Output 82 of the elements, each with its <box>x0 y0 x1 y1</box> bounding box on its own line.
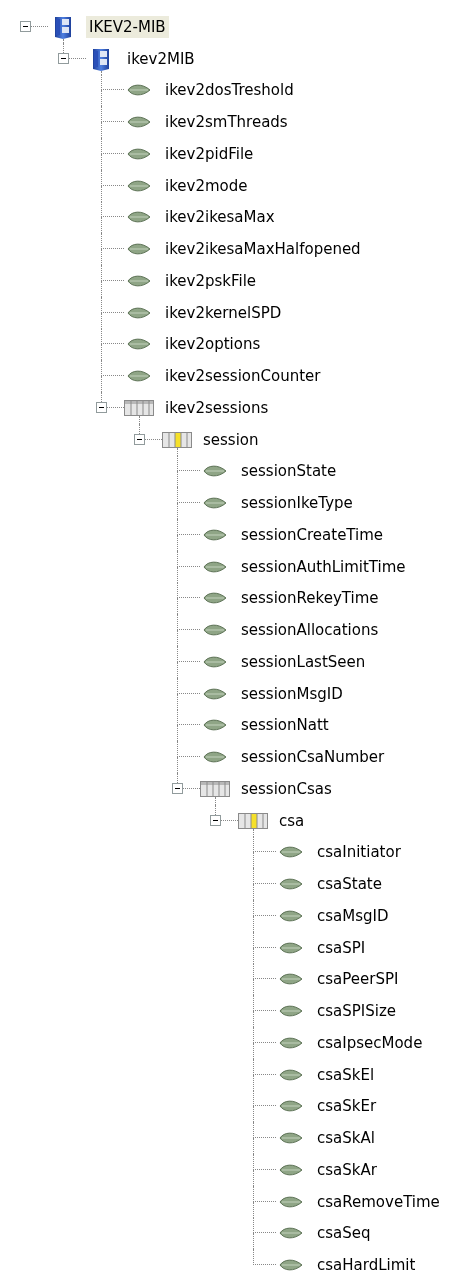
collapse-button[interactable] <box>210 815 221 827</box>
tree-item[interactable]: IKEV2-MIB <box>86 15 169 38</box>
tree-item[interactable]: sessionState <box>238 460 340 483</box>
tree-item[interactable]: ikev2ikesaMax <box>162 206 278 229</box>
leaf-icon <box>279 877 303 892</box>
tree-item[interactable]: csaRemoveTime <box>314 1190 443 1213</box>
tree-item[interactable]: sessionCsas <box>238 777 335 800</box>
leaf-icon <box>127 178 151 193</box>
leaf-icon <box>203 496 227 511</box>
tree-item[interactable]: csaSPISize <box>314 1000 400 1023</box>
leaf-icon <box>127 83 151 98</box>
tree-item[interactable]: sessionCreateTime <box>238 523 387 546</box>
leaf-icon <box>279 1067 303 1082</box>
leaf-icon <box>127 115 151 130</box>
leaf-icon <box>279 1194 303 1209</box>
leaf-icon <box>203 464 227 479</box>
leaf-icon <box>127 337 151 352</box>
collapse-button[interactable] <box>134 434 145 446</box>
leaf-icon <box>127 273 151 288</box>
leaf-icon <box>279 1099 303 1114</box>
leaf-icon <box>127 305 151 320</box>
tree-item[interactable]: csa <box>276 809 308 832</box>
leaf-icon <box>279 940 303 955</box>
tree-item[interactable]: csaMsgID <box>314 904 392 927</box>
leaf-icon <box>279 1258 303 1273</box>
leaf-icon <box>203 750 227 765</box>
tree-item[interactable]: sessionCsaNumber <box>238 746 388 769</box>
collapse-button[interactable] <box>20 21 31 33</box>
database-icon <box>90 46 112 71</box>
tree-item[interactable]: csaHardLimit <box>314 1254 419 1277</box>
leaf-icon <box>127 146 151 161</box>
tree-item[interactable]: ikev2ikesaMaxHalfopened <box>162 238 364 261</box>
tree-item[interactable]: csaIpsecMode <box>314 1031 426 1054</box>
tree-item[interactable]: csaSkAl <box>314 1127 378 1150</box>
tree-item[interactable]: sessionLastSeen <box>238 650 369 673</box>
leaf-icon <box>127 210 151 225</box>
leaf-icon <box>203 718 227 733</box>
tree-item[interactable]: csaSkEl <box>314 1063 378 1086</box>
leaf-icon <box>203 623 227 638</box>
leaf-icon <box>127 369 151 384</box>
tree-item[interactable]: csaInitiator <box>314 841 404 864</box>
tree-item[interactable]: sessionIkeType <box>238 492 356 515</box>
tree-item[interactable]: ikev2MIB <box>124 47 198 70</box>
tree-item[interactable]: sessionMsgID <box>238 682 346 705</box>
tree-item[interactable]: sessionAllocations <box>238 619 382 642</box>
leaf-icon <box>203 559 227 574</box>
tree-item[interactable]: csaSkEr <box>314 1095 380 1118</box>
leaf-icon <box>203 527 227 542</box>
leaf-icon <box>203 654 227 669</box>
tree-item[interactable]: ikev2pskFile <box>162 269 260 292</box>
tree-item[interactable]: ikev2sessions <box>162 396 272 419</box>
leaf-icon <box>279 972 303 987</box>
tree-item[interactable]: sessionAuthLimitTime <box>238 555 409 578</box>
tree-item[interactable]: ikev2dosTreshold <box>162 79 297 102</box>
leaf-icon <box>279 1226 303 1241</box>
leaf-icon <box>279 845 303 860</box>
tree-item[interactable]: csaSPI <box>314 936 369 959</box>
tree-item[interactable]: csaSeq <box>314 1222 374 1245</box>
collapse-button[interactable] <box>172 783 183 795</box>
tree-item[interactable]: sessionRekeyTime <box>238 587 382 610</box>
leaf-icon <box>279 1131 303 1146</box>
tree-item[interactable]: ikev2smThreads <box>162 111 291 134</box>
leaf-icon <box>279 908 303 923</box>
tree-item[interactable]: sessionNatt <box>238 714 332 737</box>
leaf-icon <box>127 242 151 257</box>
tree-item[interactable]: csaPeerSPI <box>314 968 402 991</box>
tree-item[interactable]: ikev2kernelSPD <box>162 301 285 324</box>
leaf-icon <box>279 1162 303 1177</box>
leaf-icon <box>203 686 227 701</box>
tree-item[interactable]: ikev2sessionCounter <box>162 365 324 388</box>
database-icon <box>52 14 74 39</box>
collapse-button[interactable] <box>58 53 69 65</box>
tree-item[interactable]: ikev2mode <box>162 174 251 197</box>
tree-item[interactable]: csaState <box>314 873 385 896</box>
collapse-button[interactable] <box>96 402 107 414</box>
tree-item[interactable]: ikev2pidFile <box>162 142 257 165</box>
leaf-icon <box>279 1035 303 1050</box>
tree-item[interactable]: csaSkAr <box>314 1158 380 1181</box>
leaf-icon <box>203 591 227 606</box>
tree-item[interactable]: ikev2options <box>162 333 264 356</box>
leaf-icon <box>279 1004 303 1019</box>
tree-item[interactable]: session <box>200 428 262 451</box>
